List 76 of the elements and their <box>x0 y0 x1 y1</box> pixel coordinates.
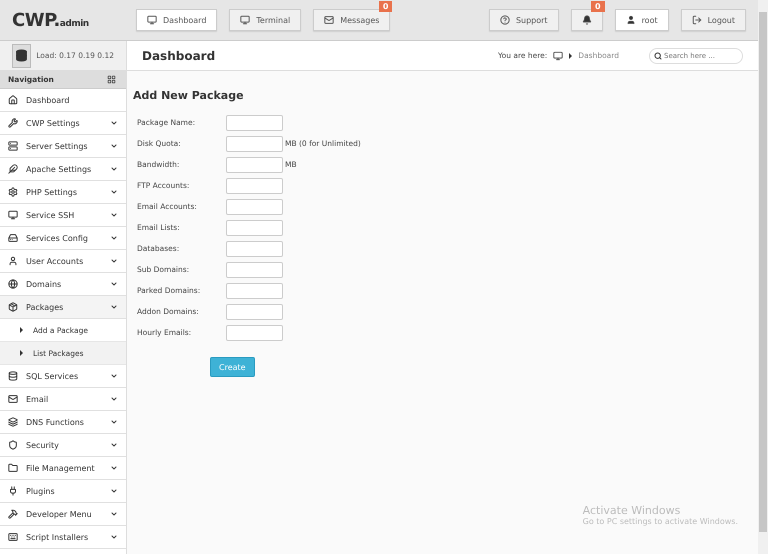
globe-icon <box>8 279 18 289</box>
caret-icon <box>110 464 118 472</box>
top-nav-tab[interactable]: Terminal <box>229 9 302 31</box>
caret-icon <box>110 188 118 196</box>
envelope-icon <box>324 15 334 25</box>
input-field[interactable] <box>226 136 283 152</box>
envelope-icon <box>8 394 18 404</box>
form-title: Add New Package <box>133 89 245 102</box>
caret-icon <box>110 119 118 127</box>
monitor-icon <box>553 50 564 60</box>
input-field[interactable] <box>226 304 283 320</box>
caret-icon <box>569 52 572 58</box>
logout-icon <box>692 15 702 25</box>
caret-icon <box>110 257 118 265</box>
plug-icon <box>8 486 18 496</box>
count-badge: 0 <box>378 1 392 12</box>
input-field[interactable] <box>226 282 283 298</box>
support-button[interactable]: Support <box>488 9 559 31</box>
input-field[interactable] <box>226 220 283 236</box>
count-badge: 0 <box>590 1 605 12</box>
caret-icon <box>110 372 118 380</box>
wrench-icon <box>8 118 18 128</box>
caret-icon <box>110 418 118 426</box>
input-field[interactable] <box>226 324 283 340</box>
caret-icon <box>110 487 118 495</box>
home-icon <box>8 95 18 105</box>
user-icon <box>8 256 18 266</box>
caret-icon <box>110 395 118 403</box>
input-field[interactable] <box>226 240 283 256</box>
database-icon <box>15 49 28 62</box>
user-icon <box>626 15 636 25</box>
caret-icon <box>110 211 118 219</box>
caret-icon <box>110 234 118 242</box>
input-field[interactable] <box>226 156 283 172</box>
caret-icon <box>110 142 118 150</box>
bell-icon <box>582 15 592 25</box>
caret-icon <box>20 350 23 356</box>
layers-icon <box>8 417 18 427</box>
logout-button[interactable]: Logout <box>680 9 746 31</box>
keyboard-icon <box>8 532 18 542</box>
shield-icon <box>8 440 18 450</box>
database-icon <box>8 371 18 381</box>
caret-icon <box>20 327 23 333</box>
page-title: Dashboard <box>142 48 216 62</box>
feather-icon <box>8 164 18 174</box>
input-field[interactable] <box>226 178 283 194</box>
caret-icon <box>110 441 118 449</box>
top-nav-tab[interactable]: Dashboard <box>136 9 218 31</box>
notifications-button[interactable] <box>570 9 603 31</box>
brand-logo: CWP.admin <box>12 10 90 30</box>
caret-icon <box>110 280 118 288</box>
activation-notice-text: Go to PC settings to activate Windows. <box>582 517 738 526</box>
monitor-icon <box>147 15 157 25</box>
box-icon <box>8 302 18 312</box>
top-nav-tab[interactable]: Messages <box>313 9 390 31</box>
hammer-icon <box>8 509 18 519</box>
server-load-button[interactable] <box>12 44 32 68</box>
sidebar-item[interactable]: Packages <box>0 296 126 319</box>
server-icon <box>8 141 18 151</box>
caret-icon <box>110 303 118 311</box>
caret-icon <box>110 510 118 518</box>
settings-icon <box>8 187 18 197</box>
input-field[interactable] <box>226 262 283 278</box>
monitor-icon <box>8 210 18 220</box>
search-icon <box>654 52 662 60</box>
caret-icon <box>110 533 118 541</box>
layout-icon[interactable] <box>107 75 116 84</box>
folder-icon <box>8 463 18 473</box>
monitor-icon <box>240 15 250 25</box>
help-icon <box>500 15 510 25</box>
user-button[interactable]: root <box>614 9 669 31</box>
input-field[interactable] <box>226 114 283 130</box>
caret-icon <box>110 165 118 173</box>
drive-icon <box>8 233 18 243</box>
activation-notice-title: Activate Windows <box>582 504 682 517</box>
input-field[interactable] <box>226 198 283 214</box>
